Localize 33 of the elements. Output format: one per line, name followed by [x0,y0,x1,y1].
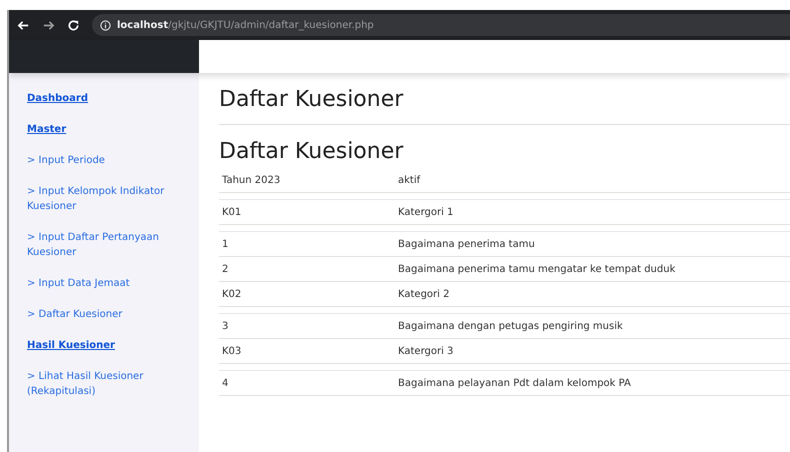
address-text: localhost/gkjtu/GKJTU/admin/daftar_kuesioner.php [117,20,374,30]
forward-icon[interactable] [42,18,55,32]
table-cell: Kategori 2 [395,282,790,306]
table-cell: K02 [219,282,395,306]
table-cell: Bagaimana penerima tamu [395,232,790,256]
table-cell: Katergori 3 [395,338,790,364]
table-cell: Katergori 1 [395,200,790,224]
table-cell: 2 [219,256,395,282]
table-cell: aktif [395,168,790,192]
sidebar-link[interactable]: > Input Periode [27,153,177,168]
table-cell: 1 [219,232,395,256]
reload-icon[interactable] [67,18,80,32]
sidebar-link[interactable]: Hasil Kuesioner [27,338,177,353]
table-cell: Bagaimana pelayanan Pdt dalam kelompok PA [395,370,790,396]
sidebar-link[interactable]: > Lihat Hasil Kuesioner (Rekapitulasi) [27,369,177,399]
address-bar[interactable]: localhost/gkjtu/GKJTU/admin/daftar_kuesioner.php [92,14,790,36]
sidebar-link[interactable]: Dashboard [27,91,177,106]
table-cell: K03 [219,338,395,364]
info-icon [100,20,111,30]
table-cell: 3 [219,314,395,338]
table-cell: K01 [219,200,395,224]
sidebar-link[interactable]: > Daftar Kuesioner [27,307,177,322]
sidebar-link[interactable]: Master [27,122,177,137]
sidebar-link[interactable]: > Input Data Jemaat [27,276,177,291]
sidebar-link[interactable]: > Input Kelompok Indikator Kuesioner [27,184,177,214]
table-cell: Tahun 2023 [219,168,395,192]
table-cell: Bagaimana dengan petugas pengiring musik [395,314,790,338]
table-cell: 4 [219,370,395,396]
sidebar-link[interactable]: > Input Daftar Pertanyaan Kuesioner [27,230,177,260]
section-title: Daftar Kuesioner [219,139,404,164]
table-cell: Bagaimana penerima tamu mengatar ke tempat duduk [395,256,790,282]
page-title: Daftar Kuesioner [219,87,404,112]
back-icon[interactable] [17,18,30,32]
